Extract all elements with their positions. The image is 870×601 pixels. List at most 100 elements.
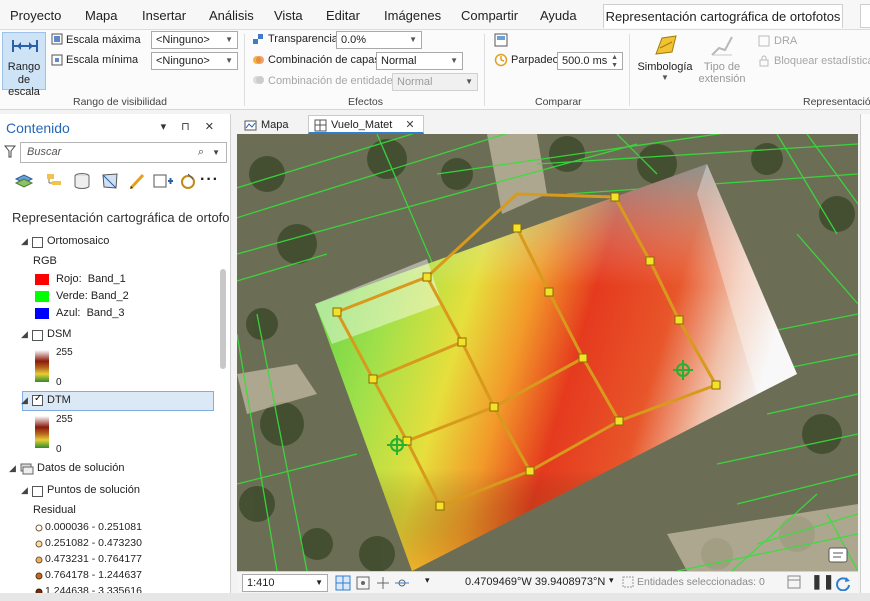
- visibility-checkbox[interactable]: [32, 330, 43, 341]
- combinacion-capas-combo[interactable]: Normal ▼: [376, 52, 463, 70]
- filter-icon[interactable]: [4, 145, 16, 159]
- coordinates-readout: 0.4709469°W 39.9408973°N: [465, 576, 606, 588]
- menu-vista[interactable]: Vista: [274, 8, 303, 23]
- menu-imagenes[interactable]: Imágenes: [384, 8, 441, 23]
- tab-representacion-ortofotos[interactable]: Representación cartográfica de ortofotos: [603, 4, 843, 28]
- simbologia-button[interactable]: Simbología ▼: [636, 32, 694, 88]
- combinacion-capas-label: Combinación de capas: [268, 54, 380, 66]
- collapse-caret-icon[interactable]: ◢: [21, 329, 28, 340]
- escala-minima-label: Escala mínima: [66, 54, 139, 66]
- layer-ortomosaico[interactable]: ◢ Ortomosaico: [0, 233, 215, 253]
- list-by-drawing-order-icon[interactable]: [14, 171, 34, 191]
- ribbon: Rango de escala Escala máxima <Ninguno> ▼…: [0, 30, 870, 110]
- visibility-checkbox-checked[interactable]: ✓: [32, 393, 43, 406]
- dra-icon: [758, 35, 770, 47]
- tab-label: Mapa: [261, 119, 289, 131]
- menu-bar: Proyecto Mapa Insertar Análisis Vista Ed…: [0, 0, 870, 30]
- tab-next[interactable]: [860, 4, 870, 28]
- menu-editar[interactable]: Editar: [326, 8, 360, 23]
- table-icon[interactable]: [787, 575, 801, 589]
- layer-dsm[interactable]: ◢ DSM: [0, 326, 215, 346]
- layer-label: DTM: [47, 394, 71, 406]
- more-icon[interactable]: ···: [200, 171, 219, 189]
- tipo-label-2: extensión: [698, 73, 746, 85]
- residual-label: Residual: [33, 504, 76, 516]
- list-by-selection-icon[interactable]: [152, 171, 174, 191]
- dtm-min: 0: [56, 444, 62, 455]
- menu-analisis[interactable]: Análisis: [209, 8, 254, 23]
- swipe-icon[interactable]: [494, 33, 508, 47]
- tab-vuelo-matet[interactable]: Vuelo_Matet ✕: [308, 115, 424, 134]
- list-by-editing-icon[interactable]: [127, 171, 147, 191]
- measure-icon[interactable]: [394, 575, 410, 591]
- collapse-caret-icon[interactable]: ◢: [9, 463, 16, 474]
- menu-proyecto[interactable]: Proyecto: [10, 8, 61, 23]
- escala-minima-combo[interactable]: <Ninguno> ▼: [151, 52, 238, 70]
- map-icon: [244, 120, 257, 131]
- collapse-caret-icon[interactable]: ◢: [21, 236, 28, 247]
- map-name: Representación cartográfica de ortofo: [12, 210, 230, 225]
- selection-icon: [622, 576, 634, 588]
- simbologia-label: Simbología: [637, 61, 693, 73]
- layer-label: Ortomosaico: [47, 235, 110, 247]
- residual-class-label: 0.251082 - 0.473230: [45, 537, 142, 549]
- ortho-map-icon: [314, 119, 327, 132]
- pause-icon[interactable]: ❚❚: [811, 573, 834, 590]
- parpadeo-spinner[interactable]: 500.0 ms ▲ ▼: [557, 52, 623, 70]
- lock-icon: [759, 55, 769, 67]
- search-icon[interactable]: ⌕: [198, 143, 204, 162]
- menu-mapa[interactable]: Mapa: [85, 8, 118, 23]
- grid-icon[interactable]: [335, 575, 351, 591]
- list-by-data-icon[interactable]: [72, 171, 92, 191]
- residual-class-label: 0.764178 - 1.244637: [45, 569, 142, 581]
- contents-scrollbar[interactable]: [220, 269, 226, 369]
- snapping-icon[interactable]: [355, 575, 371, 591]
- flicker-icon: [494, 53, 508, 67]
- chevron-down-icon[interactable]: ▼: [212, 143, 220, 162]
- collapse-caret-icon[interactable]: ◢: [21, 395, 28, 406]
- map-tabs: Mapa Vuelo_Matet ✕: [238, 114, 858, 134]
- bloquear-label: Bloquear estadísticas: [774, 55, 870, 67]
- refresh-icon[interactable]: [835, 575, 851, 591]
- scale-combo[interactable]: 1:410 ▼: [242, 574, 328, 592]
- constraint-icon[interactable]: [375, 575, 391, 591]
- tab-mapa[interactable]: Mapa: [238, 115, 298, 134]
- residual-class-label: 0.000036 - 0.251081: [45, 521, 142, 533]
- menu-compartir[interactable]: Compartir: [461, 8, 518, 23]
- list-by-snapping-icon[interactable]: [100, 171, 120, 191]
- transparencia-combo[interactable]: 0.0% ▼: [336, 31, 422, 49]
- escala-maxima-combo[interactable]: <Ninguno> ▼: [151, 31, 238, 49]
- visibility-checkbox[interactable]: [32, 486, 43, 497]
- menu-insertar[interactable]: Insertar: [142, 8, 186, 23]
- visibility-checkbox[interactable]: [32, 237, 43, 248]
- contents-pane: Contenido ▾ ⊓ ✕ Buscar ⌕ ▼ ··· Represent…: [0, 114, 231, 601]
- search-input[interactable]: Buscar ⌕ ▼: [20, 142, 227, 163]
- group-separator: [629, 34, 630, 106]
- combinacion-capas-value: Normal: [381, 55, 417, 67]
- collapse-caret-icon[interactable]: ◢: [21, 485, 28, 496]
- point-symbol-icon: [35, 572, 43, 580]
- rango-escala-button[interactable]: Rango de escala: [2, 32, 46, 98]
- layer-puntos-solucion[interactable]: ◢ Puntos de solución: [0, 482, 215, 502]
- symbology-icon: [655, 35, 677, 55]
- list-by-source-icon[interactable]: [44, 171, 64, 191]
- map-view[interactable]: [237, 134, 858, 571]
- scale-range-icon: [12, 40, 38, 52]
- group-datos-solucion[interactable]: ◢ Datos de solución: [0, 460, 215, 480]
- close-icon[interactable]: ✕: [405, 119, 414, 131]
- parpadeo-value: 500.0: [562, 55, 590, 67]
- scale-value: 1:410: [247, 577, 275, 589]
- map-canvas[interactable]: [237, 134, 858, 571]
- chevron-down-icon[interactable]: ▾: [609, 575, 614, 586]
- chevron-down-icon: ▼: [315, 578, 323, 587]
- comment-icon[interactable]: [828, 547, 848, 563]
- transparencia-value: 0.0%: [341, 34, 367, 46]
- chevron-down-icon[interactable]: ▾: [425, 575, 430, 586]
- search-placeholder: Buscar: [27, 146, 62, 158]
- rango-label-2: de escala: [8, 74, 40, 98]
- menu-ayuda[interactable]: Ayuda: [540, 8, 577, 23]
- map-status-bar: 1:410 ▼ ▾ 0.4709469°W 39.9408973°N ▾ Enti…: [237, 571, 858, 593]
- pane-controls[interactable]: ▾ ⊓ ✕: [161, 120, 220, 133]
- list-by-labeling-icon[interactable]: [179, 171, 197, 191]
- layer-dtm[interactable]: ◢ ✓ DTM: [21, 391, 214, 411]
